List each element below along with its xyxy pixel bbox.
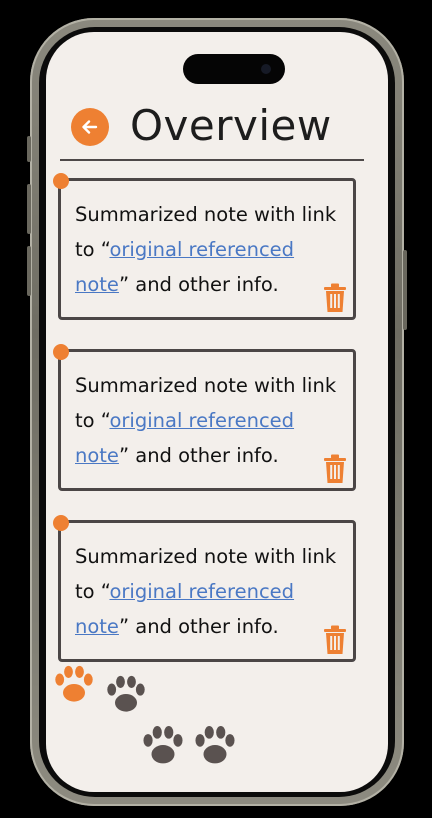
bullet-dot <box>53 344 69 360</box>
title-divider <box>60 159 364 161</box>
page-title: Overview <box>130 101 332 150</box>
note-card[interactable]: Summarized note with link to “original r… <box>53 344 356 491</box>
note-text-after: ” and other info. <box>118 273 279 296</box>
back-button[interactable] <box>71 108 109 146</box>
dynamic-island <box>183 54 285 84</box>
paw-print-icon <box>143 726 183 764</box>
bullet-dot <box>53 173 69 189</box>
note-text-after: ” and other info. <box>118 444 279 467</box>
volume-up-button <box>27 184 31 234</box>
note-card[interactable]: Summarized note with link to “original r… <box>53 515 356 662</box>
paw-print-icon <box>55 665 93 702</box>
volume-down-button <box>27 246 31 296</box>
trash-icon[interactable] <box>323 454 347 484</box>
power-button <box>403 250 407 330</box>
trash-icon[interactable] <box>323 625 347 655</box>
arrow-left-icon <box>82 120 98 134</box>
note-summary: Summarized note with link to “original r… <box>75 368 343 473</box>
paw-print-icon <box>195 726 235 764</box>
camera-icon <box>261 64 271 74</box>
paw-print-icon <box>107 675 145 712</box>
note-text-after: ” and other info. <box>118 615 279 638</box>
phone-frame: Overview Summarized note with link to “o… <box>27 18 407 806</box>
note-summary: Summarized note with link to “original r… <box>75 197 343 302</box>
note-card[interactable]: Summarized note with link to “original r… <box>53 173 356 320</box>
note-summary: Summarized note with link to “original r… <box>75 539 343 644</box>
action-button <box>27 136 31 162</box>
app-screen: Overview Summarized note with link to “o… <box>46 32 388 792</box>
bullet-dot <box>53 515 69 531</box>
trash-icon[interactable] <box>323 283 347 313</box>
